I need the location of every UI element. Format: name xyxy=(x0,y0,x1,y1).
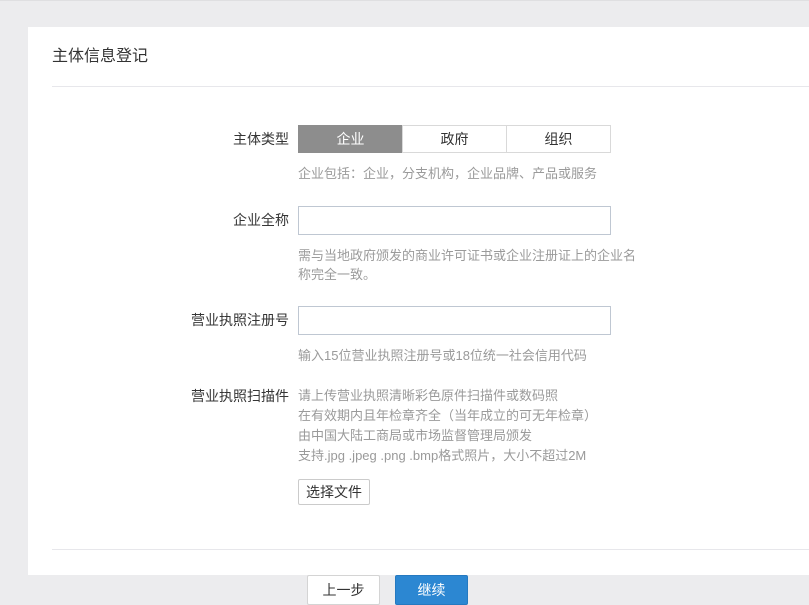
license-scan-helper-line: 请上传营业执照清晰彩色原件扫描件或数码照 xyxy=(298,386,628,406)
footer-actions: 上一步 继续 xyxy=(52,575,809,605)
license-number-content: 输入15位营业执照注册号或18位统一社会信用代码 xyxy=(298,306,628,365)
continue-button[interactable]: 继续 xyxy=(395,575,468,605)
company-name-row: 企业全称 需与当地政府颁发的商业许可证书或企业注册证上的企业名称完全一致。 xyxy=(52,206,809,284)
license-scan-helper-line: 由中国大陆工商局或市场监督管理局颁发 xyxy=(298,426,628,446)
subject-type-label: 主体类型 xyxy=(52,125,298,153)
company-name-content: 需与当地政府颁发的商业许可证书或企业注册证上的企业名称完全一致。 xyxy=(298,206,628,284)
license-number-input[interactable] xyxy=(298,306,611,335)
license-scan-helper-line: 支持.jpg .jpeg .png .bmp格式照片，大小不超过2M xyxy=(298,446,628,466)
page-title: 主体信息登记 xyxy=(52,49,809,65)
company-name-label: 企业全称 xyxy=(52,206,298,235)
subject-type-content: 企业 政府 组织 企业包括：企业，分支机构，企业品牌、产品或服务 xyxy=(298,125,628,183)
license-scan-content: 请上传营业执照清晰彩色原件扫描件或数码照 在有效期内且年检章齐全（当年成立的可无… xyxy=(298,386,628,505)
subject-info-form: 主体类型 企业 政府 组织 企业包括：企业，分支机构，企业品牌、产品或服务 企业… xyxy=(52,125,809,505)
footer-divider xyxy=(52,549,809,550)
tab-organization[interactable]: 组织 xyxy=(506,125,611,153)
choose-file-button[interactable]: 选择文件 xyxy=(298,479,370,505)
company-name-helper: 需与当地政府颁发的商业许可证书或企业注册证上的企业名称完全一致。 xyxy=(298,246,638,284)
license-number-label: 营业执照注册号 xyxy=(52,306,298,335)
subject-type-row: 主体类型 企业 政府 组织 企业包括：企业，分支机构，企业品牌、产品或服务 xyxy=(52,125,809,183)
back-button[interactable]: 上一步 xyxy=(307,575,380,605)
tab-enterprise[interactable]: 企业 xyxy=(298,125,403,153)
license-scan-label: 营业执照扫描件 xyxy=(52,386,298,406)
license-number-row: 营业执照注册号 输入15位营业执照注册号或18位统一社会信用代码 xyxy=(52,306,809,365)
license-scan-helper-line: 在有效期内且年检章齐全（当年成立的可无年检章） xyxy=(298,406,628,426)
subject-type-tab-group: 企业 政府 组织 xyxy=(298,125,611,153)
company-name-input[interactable] xyxy=(298,206,611,235)
registration-page: 主体信息登记 主体类型 企业 政府 组织 企业包括：企业，分支机构，企业品牌、产… xyxy=(0,0,809,584)
title-divider xyxy=(52,86,809,87)
subject-type-helper: 企业包括：企业，分支机构，企业品牌、产品或服务 xyxy=(298,164,638,183)
tab-government[interactable]: 政府 xyxy=(402,125,507,153)
license-number-helper: 输入15位营业执照注册号或18位统一社会信用代码 xyxy=(298,346,638,365)
license-scan-row: 营业执照扫描件 请上传营业执照清晰彩色原件扫描件或数码照 在有效期内且年检章齐全… xyxy=(52,386,809,505)
registration-card: 主体信息登记 主体类型 企业 政府 组织 企业包括：企业，分支机构，企业品牌、产… xyxy=(28,27,809,575)
